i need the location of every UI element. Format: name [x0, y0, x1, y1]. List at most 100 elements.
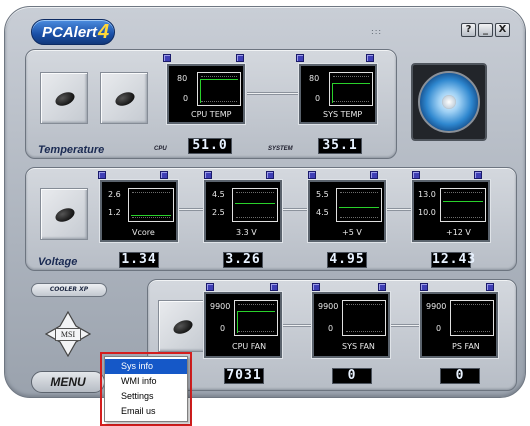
cpu-temp-tick-left[interactable] — [163, 54, 171, 62]
ps-fan-monitor: 9900 0 PS FAN — [420, 292, 498, 358]
cpu-fan-max: 9900 — [210, 302, 231, 311]
v12-monitor: 13.0 10.0 +12 V — [412, 180, 490, 242]
menu-button[interactable]: MENU — [31, 371, 105, 393]
v12-tick-left[interactable] — [412, 171, 420, 179]
msi-badge[interactable]: MSI — [44, 310, 92, 358]
close-button[interactable]: X — [495, 23, 510, 37]
help-button[interactable]: ? — [461, 23, 476, 37]
vcore-tick-right[interactable] — [160, 171, 168, 179]
sys-temp-monitor: 80 0 SYS TEMP — [299, 64, 377, 124]
ps-fan-tick-left[interactable] — [420, 283, 428, 291]
vcore-min: 1.2 — [108, 208, 121, 217]
cpu-temp-trace — [200, 79, 238, 80]
cpu-temp-readout: 51.0 — [188, 138, 232, 154]
sys-fan-min: 0 — [328, 324, 334, 333]
v5-monitor: 5.5 4.5 +5 V — [308, 180, 386, 242]
fan-knob[interactable] — [158, 300, 206, 352]
voltage-connector-2 — [283, 208, 307, 211]
vcore-trace — [131, 215, 171, 216]
voltage-knob[interactable] — [40, 188, 88, 240]
v5-name: +5 V — [342, 228, 362, 237]
v5-tick-right[interactable] — [370, 171, 378, 179]
v33-name: 3.3 V — [236, 228, 257, 237]
cpu-fan-name: CPU FAN — [232, 342, 267, 351]
v5-readout: 4.95 — [327, 252, 367, 268]
sys-temp-max: 80 — [309, 74, 320, 83]
cpu-temp-trace-rise — [200, 79, 201, 103]
sys-fan-max: 9900 — [318, 302, 339, 311]
v5-graph — [336, 188, 382, 222]
cpu-fan-tick-left[interactable] — [206, 283, 214, 291]
v12-tick-right[interactable] — [474, 171, 482, 179]
temperature-panel: 80 0 CPU TEMP 80 0 SYS TEMP Temperature … — [25, 49, 397, 159]
v5-trace — [339, 207, 379, 208]
sys-temp-graph — [329, 72, 373, 106]
cpu-fan-tick-right[interactable] — [270, 283, 278, 291]
v5-min: 4.5 — [316, 208, 329, 217]
cpu-temp-graph — [197, 72, 241, 106]
cpu-fan-trace — [237, 311, 275, 312]
cpu-temp-min: 0 — [183, 94, 189, 103]
v33-tick-left[interactable] — [204, 171, 212, 179]
sys-temp-min: 0 — [315, 94, 321, 103]
vcore-name: Vcore — [132, 228, 155, 237]
cpu-temp-max: 80 — [177, 74, 188, 83]
ps-fan-readout: 0 — [440, 368, 480, 384]
cpu-fan-min: 0 — [220, 324, 226, 333]
cpu-fan-monitor: 9900 0 CPU FAN — [204, 292, 282, 358]
sys-fan-graph — [342, 300, 386, 336]
sys-temp-trace — [332, 83, 370, 84]
sys-temp-tick-left[interactable] — [296, 54, 304, 62]
fan-display — [411, 63, 487, 141]
ps-fan-graph — [450, 300, 494, 336]
system-label: SYSTEM — [268, 146, 293, 152]
v12-name: +12 V — [446, 228, 471, 237]
v33-trace — [235, 203, 275, 204]
v33-min: 2.5 — [212, 208, 225, 217]
v12-max: 13.0 — [418, 190, 436, 199]
pcalert-logo: PCAlert 4 — [31, 19, 115, 45]
sys-fan-name: SYS FAN — [342, 342, 375, 351]
v5-tick-left[interactable] — [308, 171, 316, 179]
temp-knob-2[interactable] — [100, 72, 148, 124]
cooler-xp-button[interactable]: COOLER XP — [31, 283, 107, 297]
cpu-temp-monitor: 80 0 CPU TEMP — [167, 64, 245, 124]
ps-fan-tick-right[interactable] — [486, 283, 494, 291]
system-temp-readout: 35.1 — [318, 138, 362, 154]
v33-tick-right[interactable] — [266, 171, 274, 179]
cpu-temp-name: CPU TEMP — [191, 110, 232, 119]
vcore-max: 2.6 — [108, 190, 121, 199]
cpu-temp-tick-right[interactable] — [236, 54, 244, 62]
msi-text: MSI — [55, 328, 81, 341]
temp-knob-1[interactable] — [40, 72, 88, 124]
sys-fan-tick-right[interactable] — [378, 283, 386, 291]
fan-icon — [418, 71, 480, 133]
fan-panel: 9900 0 CPU FAN 7031 9900 0 SYS FAN 0 990… — [147, 279, 517, 391]
sys-temp-trace-rise — [332, 83, 333, 103]
v12-graph — [440, 188, 486, 222]
drag-grip-icon[interactable]: ::: — [371, 27, 382, 36]
sys-fan-readout: 0 — [332, 368, 372, 384]
menu-item-wmi-info[interactable]: WMI info — [105, 374, 187, 389]
v33-readout: 3.26 — [223, 252, 263, 268]
v12-readout: 12.43 — [431, 252, 477, 268]
sys-fan-tick-left[interactable] — [312, 283, 320, 291]
v33-monitor: 4.5 2.5 3.3 V — [204, 180, 282, 242]
vcore-monitor: 2.6 1.2 Vcore — [100, 180, 178, 242]
sys-temp-tick-right[interactable] — [366, 54, 374, 62]
cpu-fan-readout: 7031 — [224, 368, 264, 384]
minimize-button[interactable]: _ — [478, 23, 493, 37]
menu-item-sys-info[interactable]: Sys info — [105, 359, 187, 374]
temperature-label: Temperature — [38, 144, 105, 156]
fan-connector-2 — [391, 324, 421, 327]
voltage-label: Voltage — [38, 256, 78, 268]
cpu-fan-graph — [234, 300, 278, 336]
menu-item-settings[interactable]: Settings — [105, 389, 187, 404]
pcalert-window: PCAlert 4 ::: ? _ X 80 0 CPU TEMP 80 0 S… — [4, 6, 526, 398]
ps-fan-min: 0 — [436, 324, 442, 333]
vcore-tick-left[interactable] — [98, 171, 106, 179]
context-menu: Sys info WMI info Settings Email us — [104, 356, 188, 422]
cpu-label: CPU — [154, 146, 167, 152]
menu-item-email-us[interactable]: Email us — [105, 404, 187, 419]
vcore-readout: 1.34 — [119, 252, 159, 268]
